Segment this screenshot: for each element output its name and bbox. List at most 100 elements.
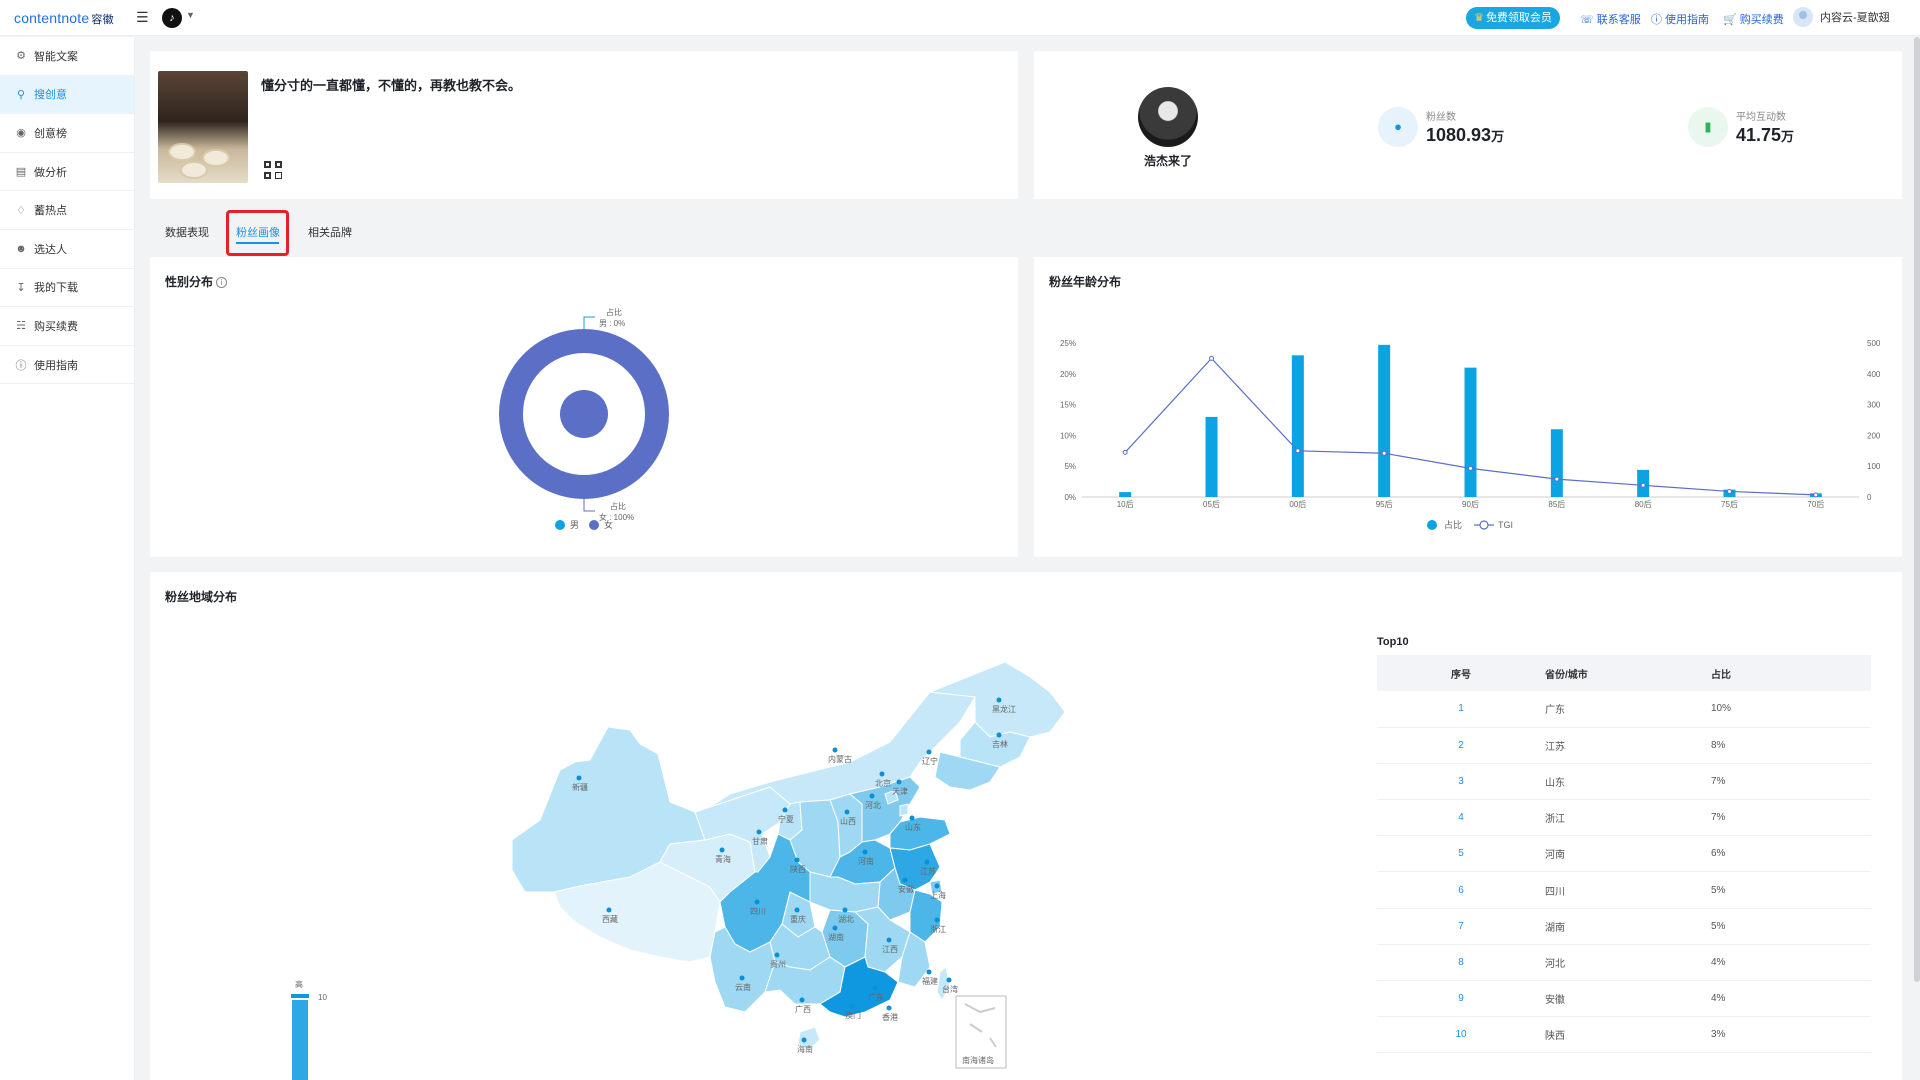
- user-guide-link[interactable]: ⓘ 使用指南: [1651, 11, 1709, 27]
- legend-female-label[interactable]: 女: [604, 519, 613, 530]
- province-marker[interactable]: [606, 907, 612, 913]
- tgi-point[interactable]: [1813, 492, 1819, 498]
- province-marker[interactable]: [934, 917, 940, 923]
- legend-female-marker[interactable]: [589, 520, 599, 530]
- chevron-down-icon[interactable]: ▼: [186, 10, 195, 20]
- y-left-tick-label: 5%: [1064, 462, 1076, 471]
- province-marker[interactable]: [996, 697, 1002, 703]
- free-vip-button[interactable]: ♛ 免费领取会员: [1466, 7, 1560, 29]
- age-bar[interactable]: [1119, 492, 1132, 497]
- province-label: 四川: [750, 907, 766, 916]
- legend-tgi-marker[interactable]: [1479, 520, 1489, 530]
- tgi-point[interactable]: [1727, 488, 1732, 494]
- y-right-tick-label: 200: [1867, 431, 1881, 440]
- province-marker[interactable]: [896, 779, 902, 785]
- tgi-point[interactable]: [1554, 476, 1560, 482]
- app-logo[interactable]: contentnote 容徽: [14, 10, 114, 27]
- x-tick-label: 85后: [1548, 499, 1565, 509]
- qr-code-icon[interactable]: [264, 161, 282, 179]
- province-marker[interactable]: [794, 907, 800, 913]
- province-marker[interactable]: [996, 732, 1002, 738]
- province-marker[interactable]: [946, 977, 952, 983]
- sidebar-item-search-idea[interactable]: ⚲ 搜创意: [0, 75, 134, 115]
- province-marker[interactable]: [879, 771, 885, 777]
- age-bar[interactable]: [1291, 355, 1304, 497]
- tgi-point[interactable]: [1209, 355, 1214, 361]
- page-scrollbar[interactable]: [1914, 37, 1920, 982]
- age-bar[interactable]: [1464, 367, 1477, 497]
- tgi-point[interactable]: [1381, 450, 1387, 456]
- legend-gradient-bar[interactable]: [292, 1000, 308, 1080]
- contact-support-link[interactable]: ☏ 联系客服: [1580, 11, 1641, 27]
- sidebar-item-guide[interactable]: ⓘ 使用指南: [0, 346, 134, 385]
- tgi-point[interactable]: [1640, 482, 1646, 488]
- purchase-renew-link[interactable]: 🛒 购买续费: [1723, 11, 1784, 27]
- age-bar[interactable]: [1378, 344, 1391, 497]
- legend-tgi-label[interactable]: TGI: [1498, 520, 1513, 530]
- tab-data-performance[interactable]: 数据表现: [165, 224, 209, 240]
- tgi-point[interactable]: [1295, 448, 1301, 454]
- table-row: 9 安徽 4%: [1377, 980, 1871, 1018]
- sidebar-item-purchase[interactable]: ☵ 购买续费: [0, 307, 134, 346]
- province-marker[interactable]: [886, 937, 892, 943]
- province-marker[interactable]: [832, 925, 838, 931]
- video-thumbnail[interactable]: [158, 71, 248, 183]
- sidebar-item-ai-copy[interactable]: ⚙ 智能文案: [0, 37, 134, 76]
- province-marker[interactable]: [801, 1037, 807, 1043]
- legend-male-label[interactable]: 男: [570, 520, 579, 530]
- menu-toggle-icon[interactable]: ☰: [136, 9, 149, 26]
- province-marker[interactable]: [849, 1003, 855, 1009]
- province-marker[interactable]: [739, 975, 745, 981]
- region-neimenggu[interactable]: [709, 679, 976, 808]
- province-label: 广东: [868, 992, 884, 1002]
- province-marker[interactable]: [844, 809, 850, 815]
- province-marker[interactable]: [782, 807, 788, 813]
- province-marker[interactable]: [869, 793, 875, 799]
- tiktok-platform-icon[interactable]: ♪: [162, 8, 182, 28]
- province-marker[interactable]: [756, 829, 762, 835]
- province-marker[interactable]: [872, 985, 878, 991]
- age-bar[interactable]: [1550, 429, 1563, 497]
- province-cell: 河北: [1545, 944, 1711, 982]
- province-marker[interactable]: [862, 849, 868, 855]
- creator-avatar[interactable]: [1138, 87, 1198, 147]
- province-marker[interactable]: [576, 775, 582, 781]
- province-marker[interactable]: [924, 859, 930, 865]
- sidebar-item-ranking[interactable]: ◉ 创意榜: [0, 114, 134, 153]
- legend-value-label: 10: [318, 993, 327, 1002]
- province-marker[interactable]: [832, 747, 838, 753]
- legend-share-label[interactable]: 占比: [1444, 519, 1462, 530]
- province-marker[interactable]: [909, 815, 915, 821]
- province-marker[interactable]: [774, 952, 780, 958]
- province-marker[interactable]: [934, 883, 940, 889]
- legend-share-marker[interactable]: [1427, 520, 1437, 530]
- user-menu[interactable]: 内容云-夏歆翅: [1793, 7, 1890, 27]
- sidebar-item-downloads[interactable]: ↧ 我的下载: [0, 269, 134, 308]
- province-marker[interactable]: [926, 969, 932, 975]
- province-marker[interactable]: [799, 997, 805, 1003]
- legend-handle[interactable]: [291, 994, 309, 998]
- sidebar-item-hotspot[interactable]: ♢ 蓄热点: [0, 191, 134, 230]
- legend-male-marker[interactable]: [555, 520, 565, 530]
- region-taiwan[interactable]: [936, 966, 951, 1001]
- province-marker[interactable]: [842, 907, 848, 913]
- province-marker[interactable]: [754, 899, 760, 905]
- province-marker[interactable]: [886, 1005, 892, 1011]
- province-marker[interactable]: [794, 857, 800, 863]
- search-idea-icon: ⚲: [16, 88, 26, 101]
- tgi-point[interactable]: [1122, 449, 1128, 455]
- province-marker[interactable]: [719, 847, 725, 853]
- age-bar[interactable]: [1205, 416, 1218, 497]
- province-cell: 四川: [1545, 871, 1711, 909]
- sidebar-item-influencer[interactable]: ☻ 选达人: [0, 230, 134, 269]
- user-name: 内容云-夏歆翅: [1820, 12, 1890, 24]
- province-marker[interactable]: [902, 877, 908, 883]
- female-inner-disc[interactable]: [560, 390, 608, 438]
- region-tianjin[interactable]: [899, 803, 909, 817]
- sidebar-item-analysis[interactable]: ▤ 做分析: [0, 153, 134, 192]
- tgi-point[interactable]: [1468, 465, 1473, 471]
- table-row: 10 陕西 3%: [1377, 1016, 1871, 1054]
- province-marker[interactable]: [926, 749, 932, 755]
- tab-related-brands[interactable]: 相关品牌: [308, 224, 352, 240]
- table-row: 7 湖南 5%: [1377, 908, 1871, 945]
